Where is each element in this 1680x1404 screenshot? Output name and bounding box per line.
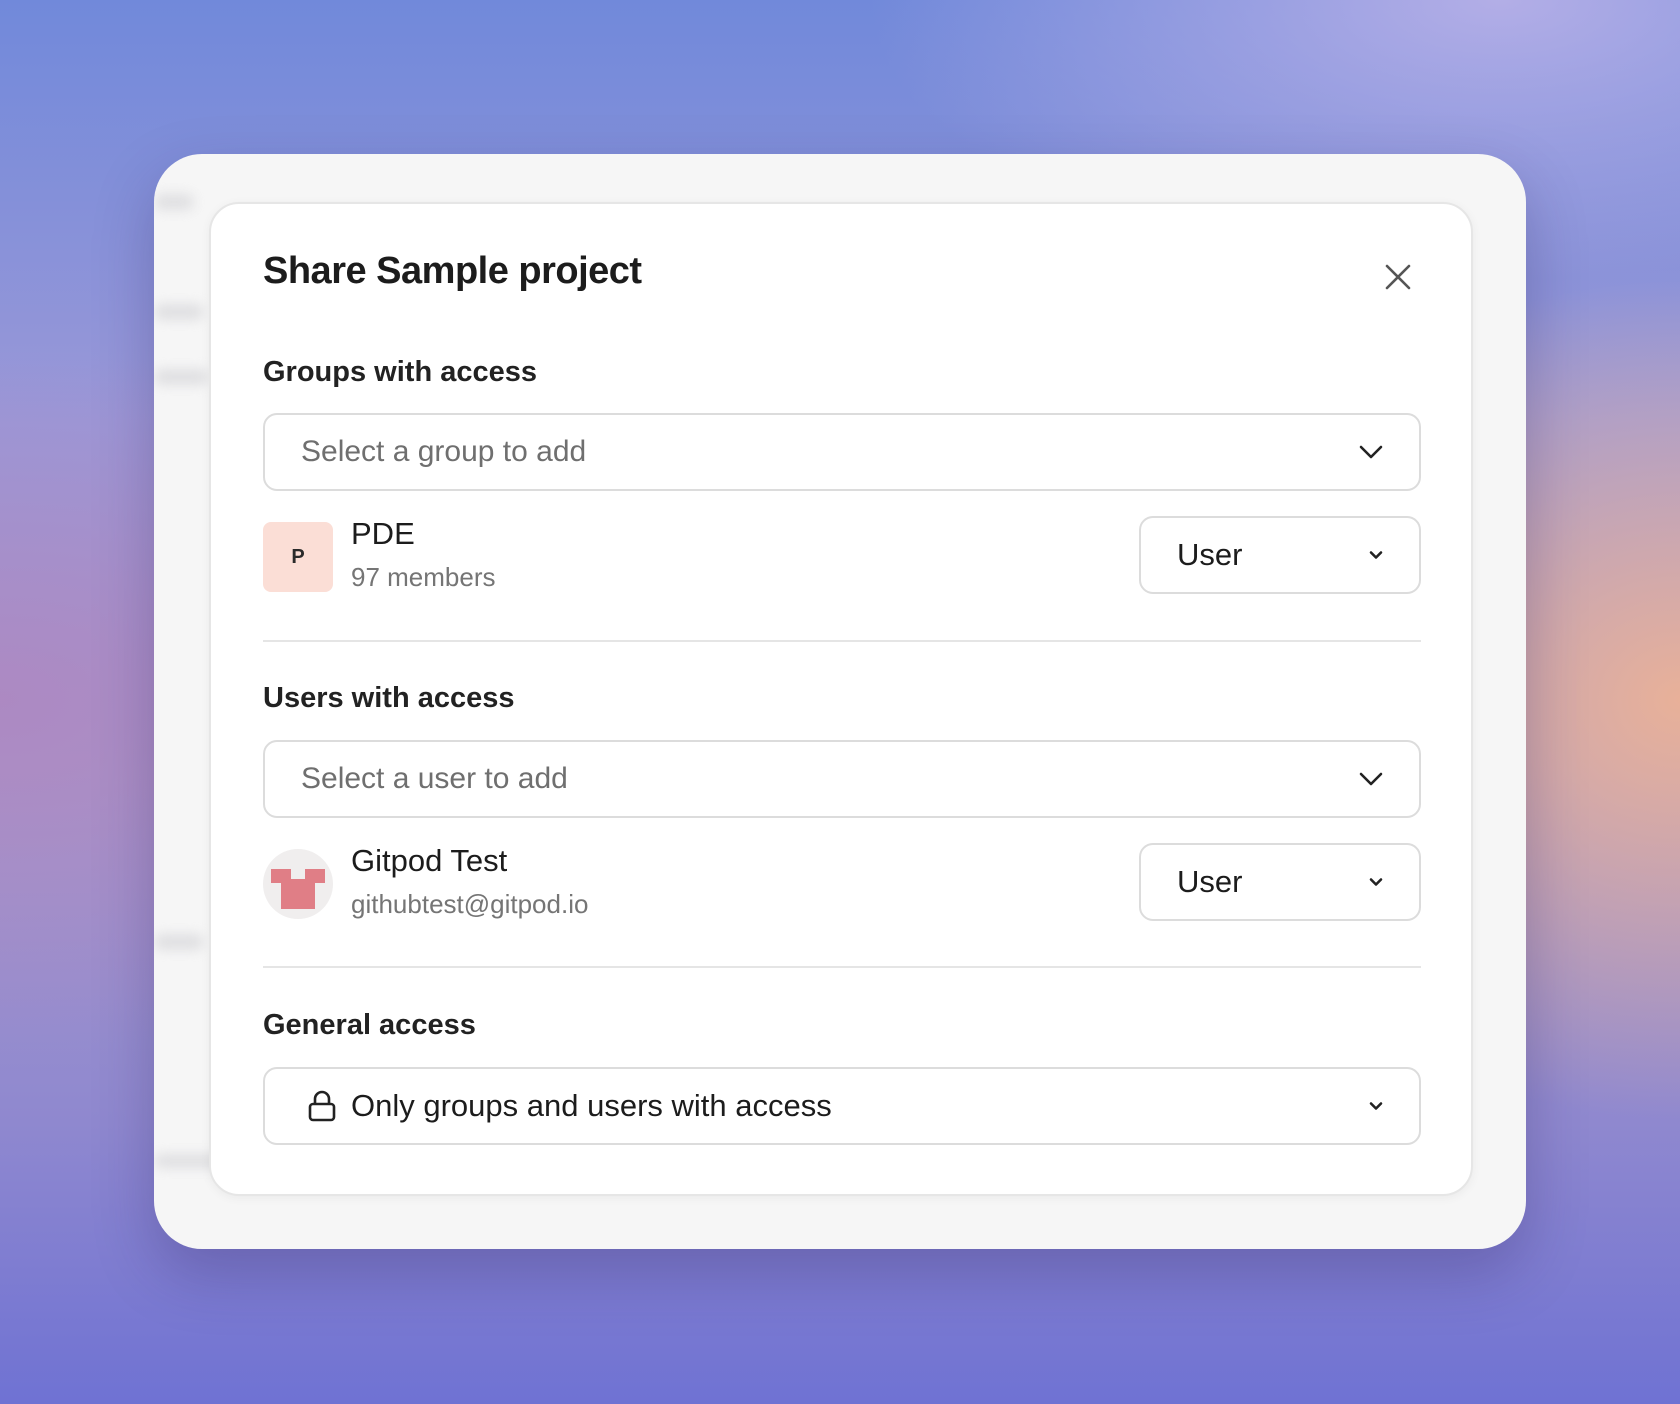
group-name: PDE <box>351 516 415 551</box>
general-access-select[interactable]: Only groups and users with access <box>263 1067 1421 1145</box>
close-icon <box>1385 264 1411 290</box>
close-button[interactable] <box>1377 256 1419 298</box>
section-divider <box>263 966 1421 968</box>
user-row-gitpod-test: Gitpod Test githubtest@gitpod.io User <box>263 843 1421 925</box>
section-divider <box>263 640 1421 642</box>
chevron-down-icon <box>1359 445 1383 459</box>
user-role-label: User <box>1177 864 1243 899</box>
blurred-background-item <box>154 304 204 320</box>
chevron-down-icon <box>1369 1102 1383 1111</box>
user-avatar <box>263 849 333 919</box>
user-name: Gitpod Test <box>351 843 508 878</box>
users-section-label: Users with access <box>263 682 515 714</box>
lock-icon <box>307 1090 337 1122</box>
chevron-down-icon <box>1359 772 1383 786</box>
group-select[interactable]: Select a group to add <box>263 413 1421 491</box>
group-row-pde: P PDE 97 members User <box>263 516 1421 598</box>
blurred-background-item <box>154 934 204 950</box>
blurred-background-item <box>154 369 209 385</box>
group-role-label: User <box>1177 537 1243 572</box>
user-role-select[interactable]: User <box>1139 843 1421 921</box>
chevron-down-icon <box>1369 878 1383 887</box>
blurred-background-item <box>154 194 194 210</box>
group-select-placeholder: Select a group to add <box>301 435 587 468</box>
general-access-value: Only groups and users with access <box>351 1088 832 1123</box>
group-role-select[interactable]: User <box>1139 516 1421 594</box>
user-email: githubtest@gitpod.io <box>351 889 589 919</box>
group-avatar: P <box>263 522 333 592</box>
user-select[interactable]: Select a user to add <box>263 740 1421 818</box>
group-member-count: 97 members <box>351 562 496 592</box>
general-access-label: General access <box>263 1009 476 1041</box>
chevron-down-icon <box>1369 551 1383 560</box>
share-dialog: Share Sample project Groups with access … <box>209 202 1473 1196</box>
user-select-placeholder: Select a user to add <box>301 762 568 795</box>
groups-section-label: Groups with access <box>263 356 537 388</box>
dialog-title: Share Sample project <box>263 250 642 292</box>
identicon-avatar-icon <box>271 869 325 909</box>
